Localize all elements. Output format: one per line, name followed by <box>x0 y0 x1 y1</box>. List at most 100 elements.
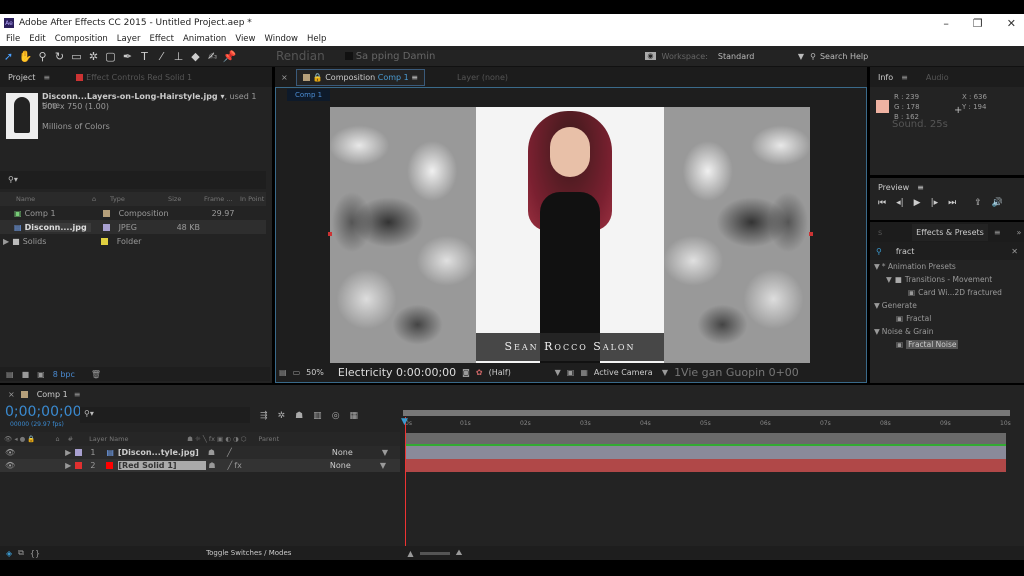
project-item[interactable]: ▶ ■ Solids Folder <box>0 234 266 248</box>
expand-arrow-icon[interactable]: ▶ <box>65 461 71 470</box>
tab-project[interactable]: Project <box>8 73 35 82</box>
new-folder-icon[interactable]: ■ <box>22 370 30 379</box>
column-frame-rate[interactable]: Frame ... <box>204 195 240 203</box>
label-color[interactable] <box>75 462 83 469</box>
first-frame-icon[interactable]: ⏮ <box>878 198 886 208</box>
chevron-down-icon[interactable]: ▼ <box>555 368 561 377</box>
expand-panels-icon[interactable]: » <box>1017 228 1022 237</box>
effects-search-input[interactable]: ⚲ fract ✕ <box>870 242 1024 260</box>
camera-dropdown[interactable]: Active Camera <box>594 368 656 377</box>
interpret-footage-icon[interactable]: ▤ <box>6 370 14 379</box>
layer-name[interactable]: [Discon...tyle.jpg] <box>118 448 206 457</box>
comp-mini-flowchart-icon[interactable]: ⇶ <box>260 411 268 421</box>
camera-tool-icon[interactable]: ▭ <box>68 50 85 63</box>
transparency-grid-icon[interactable]: ▦ <box>580 368 588 377</box>
workspace-chevron-icon[interactable]: ▼ <box>798 52 804 61</box>
snapshot-icon[interactable]: ◙ <box>462 368 470 377</box>
tree-item[interactable]: ▼ * Animation Presets <box>870 260 1024 273</box>
eye-icon[interactable]: 👁 <box>5 461 15 470</box>
tab-effect-controls[interactable]: Effect Controls Red Solid 1 <box>86 73 192 82</box>
column-type[interactable]: Type <box>110 195 168 203</box>
expand-arrow-icon[interactable]: ▶ <box>3 237 9 246</box>
frame-blending-icon[interactable]: ▥ <box>313 411 322 421</box>
workspace-dropdown[interactable]: Standard <box>718 52 798 61</box>
menu-composition[interactable]: Composition <box>55 34 108 44</box>
playhead-icon[interactable]: ▼ <box>401 417 408 427</box>
type-tool-icon[interactable]: T <box>136 50 153 63</box>
pen-tool-icon[interactable]: ✒ <box>119 50 136 63</box>
selection-tool-icon[interactable]: ➚ <box>0 50 17 63</box>
current-time-display[interactable]: 0;00;00;00 <box>5 404 82 420</box>
layer-row[interactable]: 👁 ▶ 2 [Red Solid 1] ☗ ╱ fx None ▼ <box>0 459 400 472</box>
mute-audio-icon[interactable]: 🔊 <box>992 198 1003 208</box>
project-item[interactable]: ▤ Disconn....jpg JPEG 48 KB <box>0 220 266 234</box>
next-frame-icon[interactable]: |▸ <box>931 198 939 208</box>
timeline-search-input[interactable]: ⚲▾ <box>80 407 250 423</box>
minimize-icon[interactable]: – <box>943 17 949 30</box>
draft-3d-icon[interactable]: ✲ <box>278 411 286 421</box>
motion-blur-icon[interactable]: ◎ <box>332 411 340 421</box>
hand-tool-icon[interactable]: ✋ <box>17 50 34 63</box>
time-ruler[interactable]: 0s 01s 02s 03s 04s 05s 06s 07s 08s 09s 10s <box>403 417 1011 431</box>
rotate-tool-icon[interactable]: ↻ <box>51 50 68 63</box>
puppet-pin-tool-icon[interactable]: 📌 <box>221 50 238 63</box>
trash-icon[interactable]: 🗑 <box>91 370 101 379</box>
maximize-icon[interactable]: ❐ <box>973 17 983 30</box>
magnification-dropdown[interactable]: 50% <box>306 368 324 377</box>
tree-item[interactable]: ▼ ■ Transitions - Movement <box>870 273 1024 286</box>
layer-bar-2[interactable] <box>405 459 1006 472</box>
previous-frame-icon[interactable]: ◂| <box>896 198 904 208</box>
graph-editor-icon[interactable]: ▦ <box>350 411 359 421</box>
in-out-icon[interactable]: {} <box>30 549 40 558</box>
tab-audio[interactable]: Audio <box>926 73 949 82</box>
chevron-down-icon[interactable]: ▼ <box>662 368 668 377</box>
clone-stamp-tool-icon[interactable]: ⊥ <box>170 50 187 63</box>
new-composition-icon[interactable]: ▣ <box>37 370 45 379</box>
menu-animation[interactable]: Animation <box>183 34 226 44</box>
panel-menu-icon[interactable]: ≡ <box>43 73 50 82</box>
zoom-out-icon[interactable]: ▲ <box>407 549 413 558</box>
layer-row[interactable]: 👁 ▶ 1 ▤ [Discon...tyle.jpg] ☗ ╱ None ▼ <box>0 446 400 459</box>
close-icon[interactable]: ✕ <box>1007 17 1016 30</box>
column-parent[interactable]: Parent <box>258 435 279 443</box>
work-area-bar[interactable] <box>403 410 1010 416</box>
layer-name[interactable]: [Red Solid 1] <box>118 461 207 470</box>
expand-arrow-icon[interactable]: ▶ <box>65 448 71 457</box>
panel-menu-icon[interactable]: ≡ <box>994 228 1001 237</box>
tree-item[interactable]: ▣ Fractal <box>870 312 1024 325</box>
tree-item[interactable]: ▣ Card Wi...2D fractured <box>870 286 1024 299</box>
column-size[interactable]: Size <box>168 195 204 203</box>
tab-info[interactable]: Info <box>878 73 893 82</box>
search-help-input[interactable]: Search Help <box>820 52 868 61</box>
menu-edit[interactable]: Edit <box>29 34 45 44</box>
layer-handle[interactable] <box>328 232 332 236</box>
zoom-slider[interactable] <box>419 551 450 555</box>
resolution-dropdown[interactable]: (Half) <box>489 368 549 377</box>
parent-dropdown[interactable]: None <box>330 461 380 470</box>
play-icon[interactable]: ▶ <box>914 198 921 208</box>
menu-layer[interactable]: Layer <box>117 34 141 44</box>
show-channel-icon[interactable]: ✿ <box>476 368 483 377</box>
quality-switch-icon[interactable]: ╱ <box>227 461 232 470</box>
project-item[interactable]: ▣ Comp 1 Composition 29.97 <box>0 206 266 220</box>
tab-effects-presets[interactable]: Effects & Presets <box>912 223 988 241</box>
tree-item[interactable]: ▼ Noise & Grain <box>870 325 1024 338</box>
menu-window[interactable]: Window <box>264 34 298 44</box>
toggle-switches-modes[interactable]: Toggle Switches / Modes <box>206 549 291 557</box>
panel-menu-icon[interactable]: ≡ <box>901 73 908 82</box>
monitor-icon[interactable]: ▭ <box>293 368 301 377</box>
zoom-tool-icon[interactable]: ⚲ <box>34 50 51 63</box>
layer-handle[interactable] <box>809 232 813 236</box>
parent-dropdown[interactable]: None <box>332 448 382 457</box>
lock-icon[interactable]: 🔒 <box>313 73 323 82</box>
tree-item[interactable]: ▼ Generate <box>870 299 1024 312</box>
loop-icon[interactable]: ⇪ <box>974 198 982 208</box>
tab-timeline-comp[interactable]: Comp 1 <box>37 390 68 399</box>
eye-icon[interactable]: 👁 <box>5 448 15 457</box>
clear-search-icon[interactable]: ✕ <box>1011 247 1018 256</box>
menu-help[interactable]: Help <box>307 34 326 44</box>
tab-layer[interactable]: Layer (none) <box>457 73 508 82</box>
eraser-tool-icon[interactable]: ◆ <box>187 50 204 63</box>
current-time-indicator[interactable] <box>405 417 406 547</box>
chevron-down-icon[interactable]: ▼ <box>382 448 388 457</box>
